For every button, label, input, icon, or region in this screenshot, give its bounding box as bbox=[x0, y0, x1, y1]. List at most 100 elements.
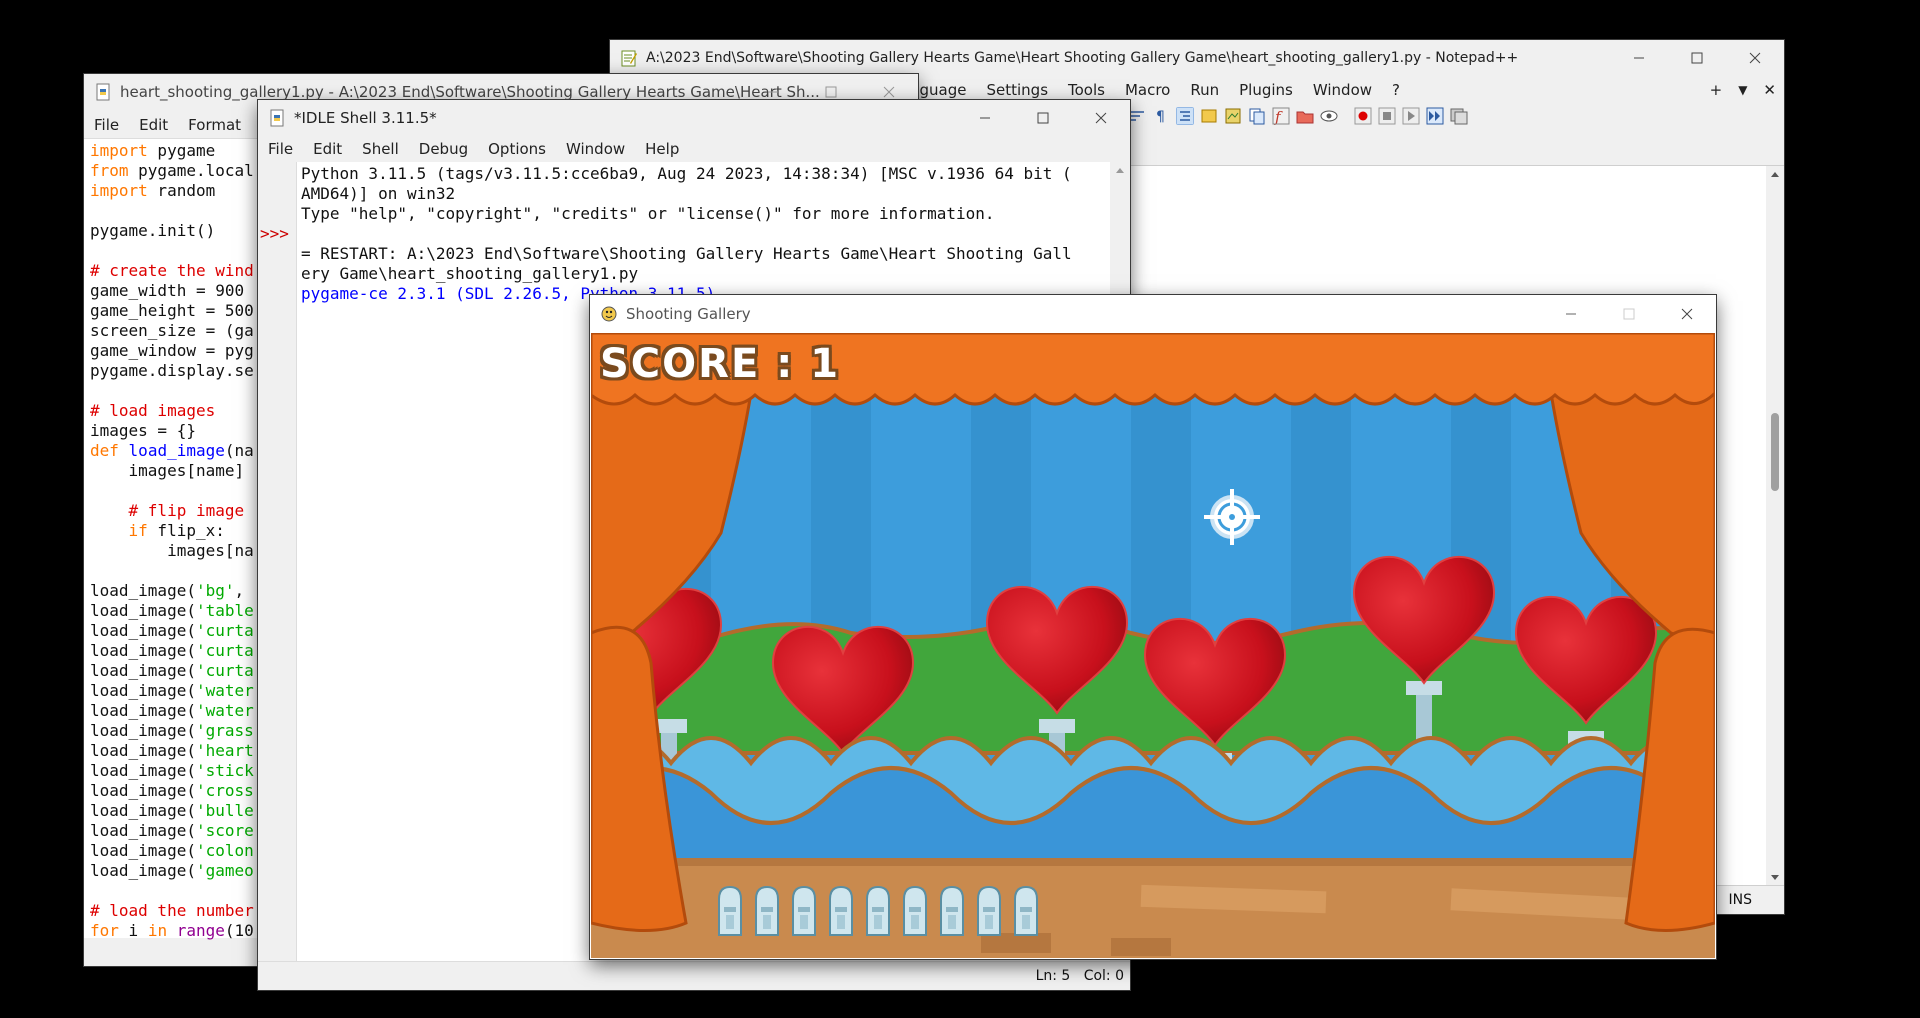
code-token: pygame.local bbox=[128, 161, 254, 180]
code-token: 'score bbox=[195, 821, 254, 840]
game-close-button[interactable] bbox=[1658, 295, 1716, 333]
indent-guide-icon[interactable] bbox=[1176, 107, 1194, 125]
npp-menu-help[interactable]: ? bbox=[1382, 81, 1410, 99]
shell-maximize-button[interactable] bbox=[1014, 100, 1072, 136]
shell-line: Python 3.11.5 (tags/v3.11.5:cce6ba9, Aug… bbox=[301, 164, 1072, 183]
scroll-up-icon[interactable] bbox=[1115, 166, 1125, 174]
code-line: load_image('water bbox=[90, 681, 254, 701]
npp-menu-run[interactable]: Run bbox=[1180, 81, 1229, 99]
code-line: # flip image bbox=[90, 501, 254, 521]
npp-menu-settings[interactable]: Settings bbox=[976, 81, 1058, 99]
code-token: 'heart bbox=[195, 741, 254, 760]
npp-menu-window[interactable]: Window bbox=[1303, 81, 1382, 99]
code-token: 'stick bbox=[195, 761, 254, 780]
shell-menu-shell[interactable]: Shell bbox=[352, 140, 409, 158]
code-line: load_image('colon bbox=[90, 841, 254, 861]
save-macro-icon[interactable] bbox=[1450, 107, 1468, 125]
monitoring-icon[interactable] bbox=[1320, 107, 1338, 125]
npp-maximize-button[interactable] bbox=[1668, 40, 1726, 76]
run-macro-multiple-icon[interactable] bbox=[1426, 107, 1444, 125]
code-line: game_width = 900 bbox=[90, 281, 254, 301]
code-line: def load_image(na bbox=[90, 441, 254, 461]
play-macro-icon[interactable] bbox=[1402, 107, 1420, 125]
idle-editor-title: heart_shooting_gallery1.py - A:\2023 End… bbox=[120, 83, 820, 101]
code-line: # load images bbox=[90, 401, 254, 421]
code-token: 'bulle bbox=[195, 801, 254, 820]
close-icon bbox=[1749, 52, 1761, 64]
code-token: load_image( bbox=[90, 701, 196, 720]
npp-menu-tools[interactable]: Tools bbox=[1058, 81, 1115, 99]
shell-close-button[interactable] bbox=[1072, 100, 1130, 136]
code-token: for bbox=[90, 921, 119, 940]
stop-macro-icon[interactable] bbox=[1378, 107, 1396, 125]
doc-map-icon[interactable] bbox=[1224, 107, 1242, 125]
npp-new-tab-button[interactable]: + bbox=[1702, 81, 1731, 99]
code-token: load_image( bbox=[90, 761, 196, 780]
shell-output: Python 3.11.5 (tags/v3.11.5:cce6ba9, Aug… bbox=[301, 164, 1072, 304]
code-token: load_image( bbox=[90, 781, 196, 800]
code-token: game_window = pyg bbox=[90, 341, 254, 360]
shell-menu-help[interactable]: Help bbox=[635, 140, 689, 158]
record-macro-icon[interactable] bbox=[1354, 107, 1372, 125]
code-line: load_image('bg', bbox=[90, 581, 254, 601]
shell-menu-file[interactable]: File bbox=[258, 140, 303, 158]
npp-minimize-button[interactable] bbox=[1610, 40, 1668, 76]
bullet-icon bbox=[718, 885, 742, 936]
code-token: 'cross bbox=[195, 781, 254, 800]
code-token: load_image( bbox=[90, 821, 196, 840]
game-title: Shooting Gallery bbox=[626, 305, 751, 323]
shell-minimize-button[interactable] bbox=[956, 100, 1014, 136]
npp-tab-list-button[interactable]: ▼ bbox=[1730, 83, 1755, 97]
shell-prompt-gutter: >>> bbox=[258, 162, 296, 962]
code-token: # flip image bbox=[90, 501, 245, 520]
show-all-chars-icon[interactable]: ¶ bbox=[1152, 107, 1170, 125]
editor-code: import pygame from pygame.local import ran… bbox=[90, 141, 254, 941]
wrap-icon[interactable] bbox=[1128, 107, 1146, 125]
shell-menu-options[interactable]: Options bbox=[478, 140, 556, 158]
scroll-up-icon[interactable] bbox=[1770, 170, 1780, 178]
game-minimize-button[interactable] bbox=[1542, 295, 1600, 333]
editor-menu-format[interactable]: Format bbox=[178, 116, 251, 134]
code-token: 'table bbox=[195, 601, 254, 620]
npp-menu-language[interactable]: nguage bbox=[910, 81, 976, 99]
code-line: images[name] bbox=[90, 461, 254, 481]
editor-menu-file[interactable]: File bbox=[84, 116, 129, 134]
code-token: game_height = 500 bbox=[90, 301, 254, 320]
bullet-icon bbox=[940, 885, 964, 936]
code-token: load_image( bbox=[90, 721, 196, 740]
npp-status-ins: INS bbox=[1728, 892, 1753, 908]
shell-menu-debug[interactable]: Debug bbox=[409, 140, 478, 158]
python-shell-icon bbox=[270, 109, 284, 127]
notepadpp-title: A:\2023 End\Software\Shooting Gallery He… bbox=[646, 50, 1519, 66]
code-token: 'curta bbox=[195, 661, 254, 680]
function-list-icon[interactable]: f bbox=[1272, 107, 1290, 125]
code-token: 'grass bbox=[195, 721, 254, 740]
editor-menu-edit[interactable]: Edit bbox=[129, 116, 178, 134]
close-icon bbox=[1095, 112, 1107, 124]
shell-menu-edit[interactable]: Edit bbox=[303, 140, 352, 158]
doc-list-icon[interactable] bbox=[1248, 107, 1266, 125]
code-line: # create the wind bbox=[90, 261, 254, 281]
scroll-down-icon[interactable] bbox=[1770, 874, 1780, 882]
game-canvas[interactable] bbox=[591, 333, 1715, 958]
npp-menu-plugins[interactable]: Plugins bbox=[1229, 81, 1303, 99]
shell-line: = RESTART: A:\2023 End\Software\Shooting… bbox=[301, 244, 1072, 263]
code-token: (na bbox=[224, 441, 254, 460]
code-line: images = {} bbox=[90, 421, 254, 441]
shell-menu-window[interactable]: Window bbox=[556, 140, 635, 158]
scrollbar-thumb[interactable] bbox=[1771, 413, 1779, 491]
language-icon[interactable] bbox=[1200, 107, 1218, 125]
code-line: import random bbox=[90, 181, 254, 201]
game-window: Shooting Gallery SCORE: 1 bbox=[590, 295, 1716, 959]
notepadpp-titlebar[interactable]: A:\2023 End\Software\Shooting Gallery He… bbox=[610, 40, 1784, 76]
npp-menu-macro[interactable]: Macro bbox=[1115, 81, 1180, 99]
code-token: load_image( bbox=[90, 741, 196, 760]
npp-close-doc-button[interactable]: ✕ bbox=[1755, 81, 1784, 99]
npp-vertical-scrollbar[interactable] bbox=[1766, 166, 1784, 886]
code-token: (10 bbox=[224, 921, 254, 940]
folder-workspace-icon[interactable] bbox=[1296, 107, 1314, 125]
npp-close-button[interactable] bbox=[1726, 40, 1784, 76]
